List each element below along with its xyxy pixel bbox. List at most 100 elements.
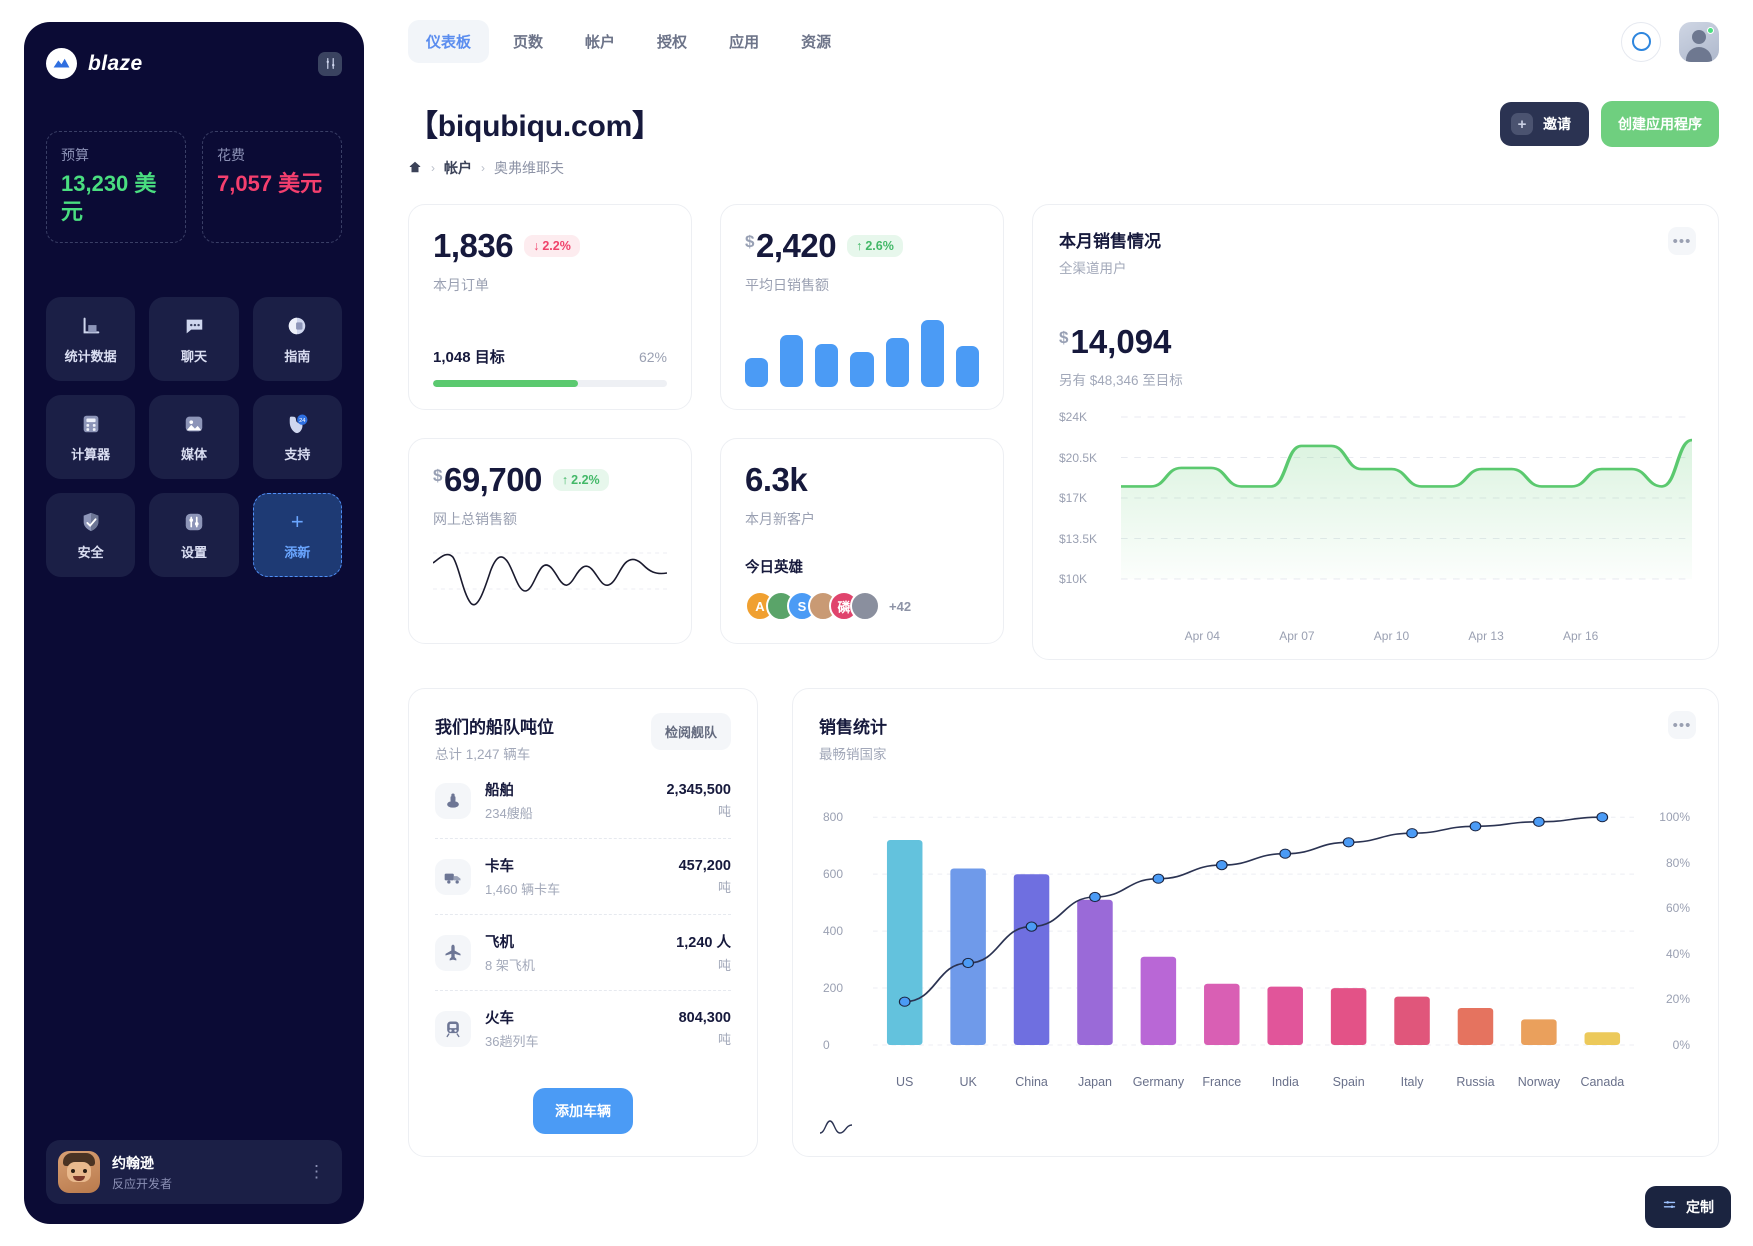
breadcrumb-item-0[interactable]: 帐户 [444, 158, 472, 178]
brand-logo[interactable]: blaze [46, 48, 143, 79]
mini-bar [745, 357, 769, 387]
home-icon[interactable] [408, 160, 422, 177]
pareto-y-tick: 400 [823, 924, 844, 939]
fleet-row[interactable]: 卡车 1,460 辆卡车 457,200 吨 [435, 839, 731, 915]
fleet-title: 我们的船队吨位 [435, 718, 554, 737]
kebab-vertical-icon[interactable]: ⋮ [304, 1162, 330, 1182]
plane-icon [435, 934, 471, 971]
kpi-value: 6.3k [745, 461, 808, 498]
sales-amount: 14,094 [1070, 323, 1172, 360]
pareto-x-tick: Russia [1456, 1075, 1495, 1089]
y-tick-label: $13.5K [1059, 531, 1098, 546]
fleet-row-meta: 234艘船 [485, 806, 533, 821]
sidebar: blaze 预算 13,230 美元 花费 7,057 美元 统计数据 聊天 指… [24, 22, 364, 1224]
pareto-y-tick: 0 [823, 1038, 830, 1052]
invite-button[interactable]: + 邀请 [1500, 102, 1589, 146]
tab-auth[interactable]: 授权 [639, 20, 705, 63]
budget-cards: 预算 13,230 美元 花费 7,057 美元 [46, 131, 342, 244]
sidebar-item-support[interactable]: 24 支持 [252, 395, 342, 480]
sidebar-item-label: 安全 [77, 545, 104, 561]
account-avatar[interactable] [1679, 21, 1719, 62]
fleet-row-unit: 吨 [717, 879, 731, 895]
sidebar-item-label: 聊天 [180, 349, 207, 365]
customize-label: 定制 [1686, 1199, 1714, 1215]
fleet-row-value: 2,345,500 [666, 781, 731, 798]
calculator-icon [78, 411, 104, 437]
sales-area-chart: $24K $20.5K $17K $13.5K $10K [1059, 403, 1692, 627]
sidebar-item-statistics[interactable]: 统计数据 [46, 297, 136, 382]
sidebar-item-add[interactable]: + 添新 [252, 493, 342, 578]
fleet-row[interactable]: 船舶 234艘船 2,345,500 吨 [435, 763, 731, 839]
page-title: 【biqubiqu.com】 [408, 110, 662, 143]
pareto-x-tick: Japan [1077, 1075, 1112, 1089]
kebab-icon[interactable]: ••• [1668, 711, 1696, 739]
fleet-row-values: 2,345,500 吨 [666, 782, 731, 820]
add-vehicle-button[interactable]: 添加车辆 [533, 1088, 633, 1134]
pareto-x-tick: Canada [1580, 1075, 1625, 1089]
svg-text:24: 24 [299, 418, 306, 424]
fleet-row-unit: 吨 [717, 803, 731, 819]
page-actions: + 邀请 创建应用程序 [1500, 101, 1719, 147]
sales-panel-title: 本月销售情况 [1059, 232, 1161, 251]
kpi-delta-badge: ↑ 2.6% [847, 235, 903, 257]
sliders-icon[interactable] [318, 51, 342, 76]
currency-symbol: $ [1059, 328, 1069, 347]
circle-icon[interactable] [1621, 21, 1661, 62]
area-chart-svg [1121, 416, 1692, 580]
kpi-delta-badge: ↓ 2.2% [524, 235, 580, 257]
pareto-x-axis-labels: US UK China Japan Germany France India Spain Ita… [873, 1075, 1634, 1089]
x-tick-label: Apr 16 [1562, 629, 1599, 643]
kebab-icon[interactable]: ••• [1668, 227, 1696, 255]
sidebar-item-settings[interactable]: 设置 [149, 493, 239, 578]
heroes-title: 今日英雄 [745, 560, 803, 576]
profile-text: 约翰逊 反应开发者 [112, 1153, 292, 1192]
customize-button[interactable]: 定制 [1645, 1186, 1731, 1228]
tab-resources[interactable]: 资源 [783, 20, 849, 63]
sidebar-header: blaze [46, 48, 342, 79]
hero-avatar[interactable] [850, 591, 880, 621]
fleet-row-value: 804,300 [678, 1009, 731, 1026]
fleet-row-values: 1,240 人吨 [676, 931, 731, 974]
sidebar-item-media[interactable]: 媒体 [149, 395, 239, 480]
kpi-value: 1,836 [433, 227, 514, 264]
arrow-up-icon: ↑ [856, 239, 863, 253]
tab-dashboard[interactable]: 仪表板 [408, 20, 490, 63]
user-profile[interactable]: 约翰逊 反应开发者 ⋮ [46, 1140, 342, 1204]
fleet-row[interactable]: 火车 36趟列车 804,300 吨 [435, 991, 731, 1066]
sidebar-item-guide[interactable]: 指南 [252, 297, 342, 382]
pareto-x-tick: US [896, 1075, 914, 1089]
pareto-pct-tick: 80% [1665, 855, 1690, 870]
breadcrumb-separator: › [481, 161, 485, 175]
pareto-panel: 销售统计 最畅销国家 ••• 0 200 400 600 800 0% 20% 40% 60%… [792, 688, 1719, 1157]
fleet-row-unit: 吨 [717, 958, 731, 973]
review-fleet-button[interactable]: 检阅舰队 [650, 713, 731, 750]
kpi-head: 6.3k [745, 461, 979, 499]
phone-24-icon: 24 [284, 411, 310, 437]
pareto-pct-tick: 100% [1659, 810, 1690, 825]
sidebar-item-chat[interactable]: 聊天 [149, 297, 239, 382]
create-app-button[interactable]: 创建应用程序 [1601, 101, 1719, 147]
breadcrumb: › 帐户 › 奥弗维耶夫 [408, 158, 662, 178]
fleet-row-values: 804,300 吨 [679, 1010, 731, 1048]
pareto-x-tick: Germany [1132, 1075, 1185, 1089]
mini-bar [780, 334, 804, 387]
pareto-y-tick: 600 [823, 867, 844, 882]
sidebar-item-label: 媒体 [180, 447, 207, 463]
tab-apps[interactable]: 应用 [711, 20, 777, 63]
sidebar-item-calculator[interactable]: 计算器 [46, 395, 136, 480]
fleet-row-unit: 吨 [717, 1031, 731, 1047]
sidebar-item-label: 设置 [180, 545, 207, 561]
sidebar-item-security[interactable]: 安全 [46, 493, 136, 578]
page-header-left: 【biqubiqu.com】 › 帐户 › 奥弗维耶夫 [408, 101, 662, 178]
tab-pages[interactable]: 页数 [495, 20, 561, 63]
kpi-grid: 1,836 ↓ 2.2% 本月订单 1,048 目标 62% $ 69,700 … [408, 204, 1719, 660]
kpi-delta-value: 2.2% [571, 473, 600, 487]
sales-amount-wrap: $14,094 [1059, 323, 1692, 361]
tab-accounts[interactable]: 帐户 [567, 20, 633, 63]
budget-card-0[interactable]: 预算 13,230 美元 [46, 131, 186, 244]
fleet-row[interactable]: 飞机 8 架飞机 1,240 人吨 [435, 915, 731, 991]
budget-card-1[interactable]: 花费 7,057 美元 [202, 131, 342, 244]
pareto-y-tick: 800 [823, 810, 844, 825]
kpi-delta-value: 2.2% [542, 239, 571, 253]
pareto-x-tick: France [1202, 1075, 1242, 1089]
